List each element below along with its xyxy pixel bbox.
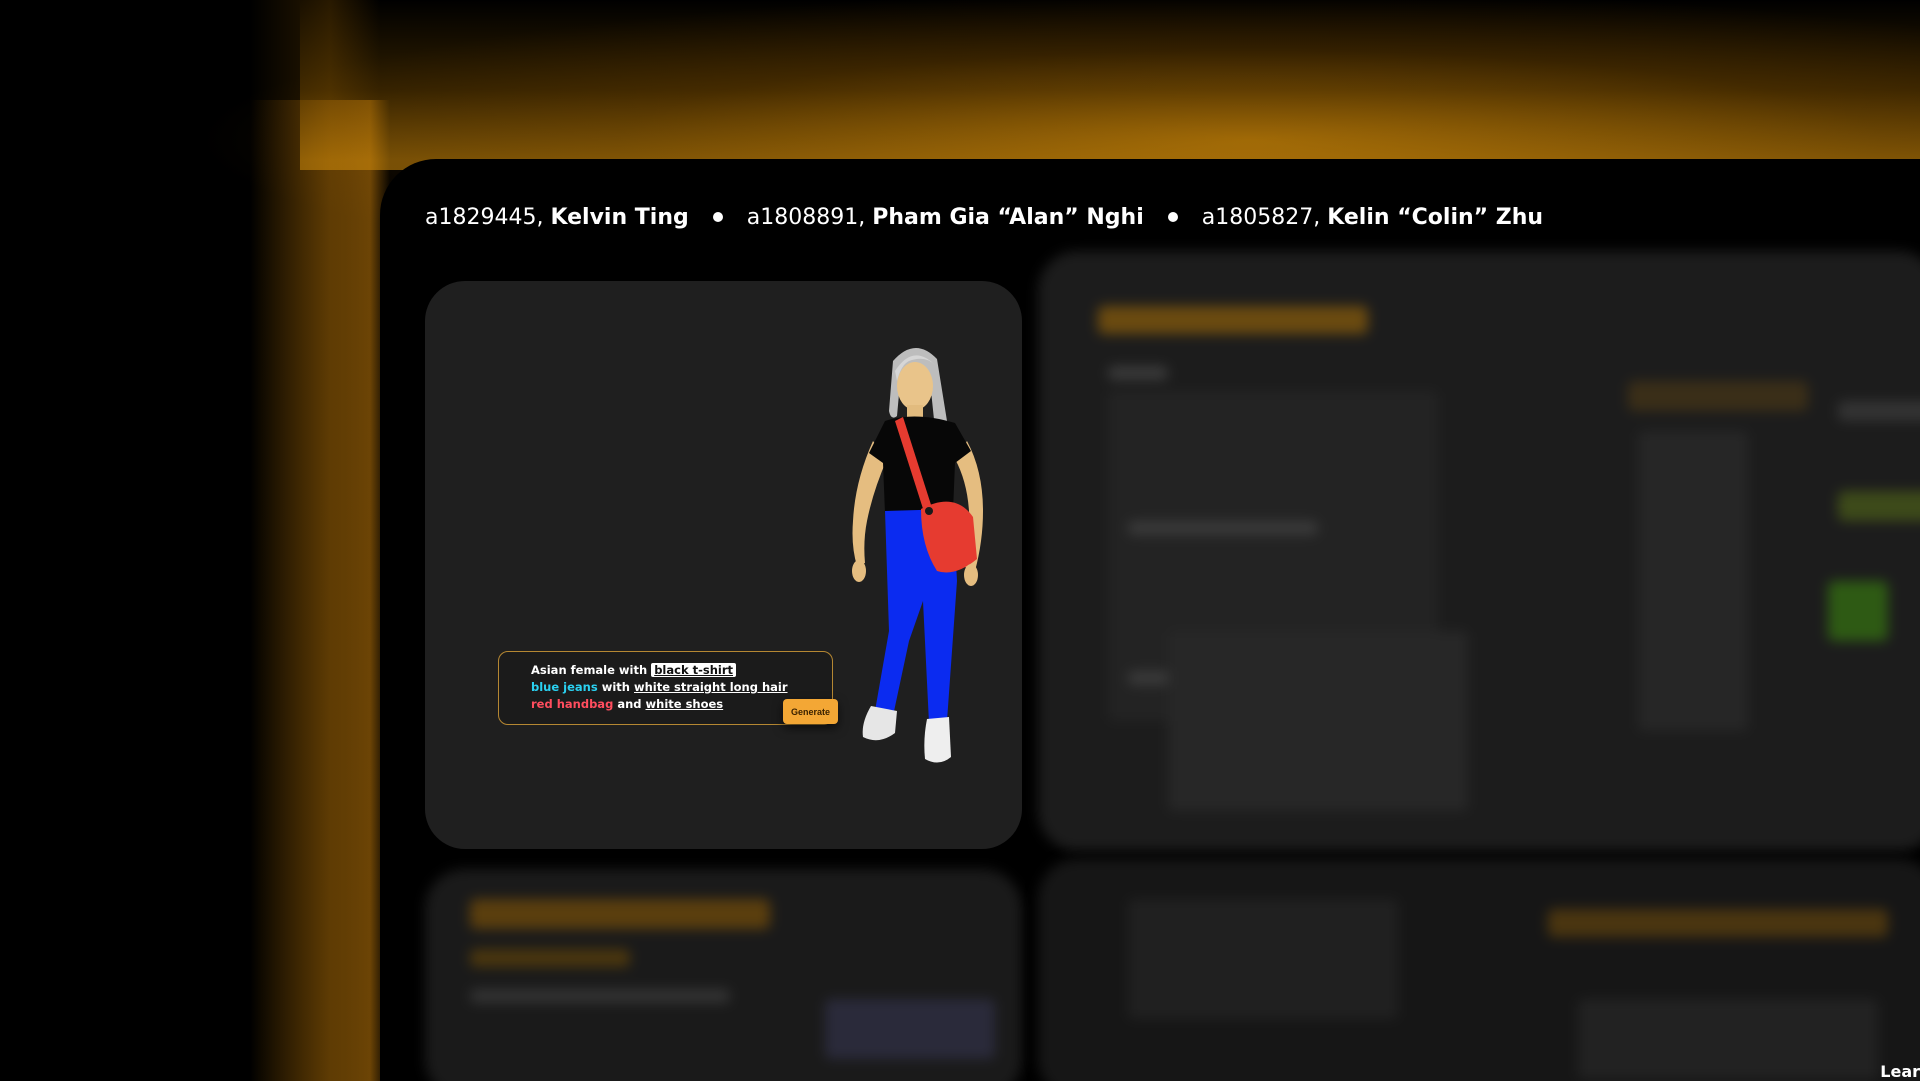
blurred-chip — [1828, 581, 1888, 641]
blurred-right-panel — [1038, 251, 1920, 851]
separator-dot — [712, 212, 723, 222]
credit-id-3: a1805827, — [1201, 204, 1321, 230]
credit-name-1: Kelvin Ting — [550, 204, 689, 230]
right-hand — [964, 564, 978, 586]
blurred-chip — [1838, 491, 1920, 521]
blurred-text — [470, 989, 730, 1003]
blurred-swatches — [825, 999, 995, 1059]
prompt-token-hair[interactable]: white straight long hair — [634, 680, 788, 694]
avatar-viewer-card[interactable]: Asian female with black t-shirt blue jea… — [425, 281, 1022, 849]
blurred-block — [1168, 631, 1468, 811]
bag-buckle — [925, 507, 933, 515]
team-credits: a1829445, Kelvin Ting a1808891, Pham Gia… — [425, 197, 1543, 237]
blurred-list — [1638, 431, 1748, 731]
prompt-token-white-shoes[interactable]: white shoes — [646, 697, 724, 711]
page: a1829445, Kelvin Ting a1808891, Pham Gia… — [0, 0, 1920, 1081]
white-shoe-left — [862, 706, 897, 741]
credit-name-2: Pham Gia “Alan” Nghi — [872, 204, 1144, 230]
separator-dot — [1167, 212, 1178, 222]
credit-id-2: a1808891, — [746, 204, 866, 230]
face — [897, 362, 933, 410]
blurred-chart — [1578, 999, 1878, 1079]
amber-glow-left — [0, 100, 390, 1081]
corner-label: Lear — [1880, 1062, 1920, 1081]
blurred-text — [1838, 401, 1920, 421]
prompt-line-3: red handbag and white shoes — [531, 696, 822, 713]
white-shoe-right — [924, 717, 951, 763]
prompt-token: and — [617, 697, 642, 711]
credit-id-1: a1829445, — [425, 204, 544, 230]
generate-button[interactable]: Generate — [783, 699, 838, 724]
blurred-block — [1128, 899, 1398, 1019]
blurred-subheading — [470, 949, 630, 967]
blurred-heading — [470, 899, 770, 929]
prompt-token: with — [601, 680, 630, 694]
amber-glow-top — [300, 0, 1920, 170]
blurred-text — [1128, 521, 1318, 535]
blurred-bottom-right-panel — [1038, 859, 1920, 1081]
prompt-line-2: blue jeans with white straight long hair — [531, 679, 822, 696]
blurred-bottom-left-panel — [425, 869, 1022, 1081]
prompt-token-black-tshirt[interactable]: black t-shirt — [651, 663, 737, 677]
prompt-token-blue-jeans[interactable]: blue jeans — [531, 680, 598, 694]
prompt-token-red-handbag[interactable]: red handbag — [531, 697, 613, 711]
credit-name-3: Kelin “Colin” Zhu — [1327, 204, 1544, 230]
blurred-heading — [1548, 909, 1888, 937]
blurred-text — [1108, 366, 1168, 380]
app-window: a1829445, Kelvin Ting a1808891, Pham Gia… — [380, 159, 1920, 1081]
left-hand — [852, 560, 866, 582]
blurred-heading — [1628, 381, 1808, 411]
prompt-token: Asian female with — [531, 663, 648, 677]
prompt-line-1: Asian female with black t-shirt — [531, 662, 822, 679]
avatar-3d-figure[interactable] — [805, 341, 1015, 801]
blurred-heading — [1098, 306, 1368, 334]
